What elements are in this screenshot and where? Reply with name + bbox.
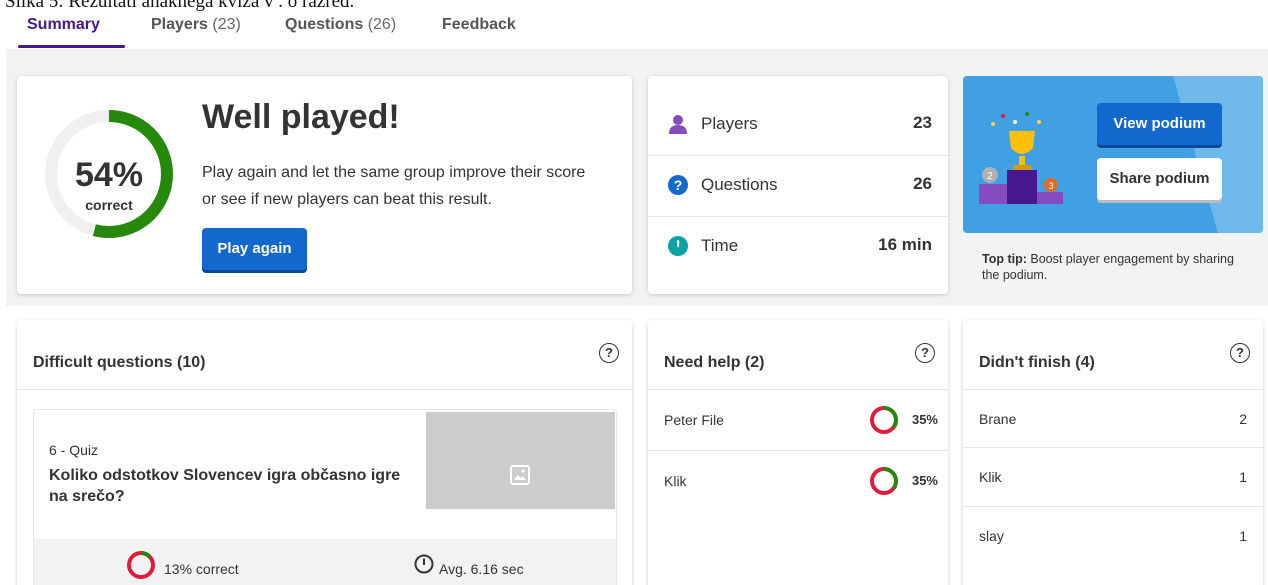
play-again-button[interactable]: Play again [202,228,307,270]
top-tip-label: Top tip: [982,252,1027,266]
top-tip: Top tip: Boost player engagement by shar… [982,251,1242,283]
unanswered-count: 1 [1239,469,1247,485]
player-percent: 35% [911,412,938,427]
difficult-questions-title: Difficult questions (10) [33,354,206,371]
didnt-finish-title: Didn't finish (4) [979,354,1095,371]
player-icon [669,115,687,134]
tab-summary[interactable]: Summary [27,16,100,34]
need-help-card: Need help (2) ? Peter File 35% Klik 35% [648,320,948,585]
need-help-title: Need help (2) [664,354,765,371]
tab-feedback[interactable]: Feedback [442,16,516,34]
timer-icon [668,236,688,256]
question-footer: 13% correct Avg. 6.16 sec [34,539,616,585]
result-description: Play again and let the same group improv… [202,164,586,208]
correct-label: correct [85,197,133,213]
player-name: Peter File [664,412,724,428]
players-value: 23 [913,113,932,132]
svg-text:?: ? [674,177,683,193]
questions-value: 26 [913,174,932,193]
player-name: Brane [979,411,1017,427]
unanswered-count: 1 [1239,528,1247,544]
help-icon[interactable]: ? [1230,343,1250,363]
help-icon[interactable]: ? [915,343,935,363]
question-type: 6 - Quiz [49,442,99,458]
player-correct-ring [870,406,898,434]
question-image-placeholder [426,412,615,509]
question-correct-rate: 13% correct [164,561,239,577]
tab-players-label: Players [151,16,208,33]
list-item[interactable]: slay 1 [963,506,1263,564]
questions-label: Questions [701,175,778,194]
tab-questions[interactable]: Questions (26) [285,16,396,34]
tab-players[interactable]: Players (23) [151,16,241,34]
player-name: Klik [979,469,1002,485]
question-avg-time: Avg. 6.16 sec [439,561,524,577]
player-percent: 35% [911,473,938,488]
svg-text:2: 2 [987,171,993,182]
image-icon [510,465,530,485]
question-correct-ring [127,551,155,579]
didnt-finish-card: Didn't finish (4) ? Brane 2 Klik 1 slay … [963,320,1263,585]
timer-icon [414,554,434,574]
player-name: slay [979,528,1004,544]
list-item[interactable]: Klik 35% [648,451,948,512]
question-icon: ? [668,175,688,195]
time-label: Time [701,236,739,255]
help-icon[interactable]: ? [599,343,619,363]
list-item[interactable]: Brane 2 [963,389,1263,447]
list-item[interactable]: Peter File 35% [648,390,948,451]
tab-players-count: (23) [212,16,241,33]
document-caption: Slika 5: Rezultati anaknega kviza v . o … [5,0,355,12]
unanswered-count: 2 [1239,411,1247,427]
result-title: Well played! [202,98,400,136]
time-value: 16 min [878,235,932,254]
question-text: Koliko odstotkov Slovencev igra občasno … [49,467,401,505]
svg-text:3: 3 [1048,181,1053,191]
player-correct-ring [870,467,898,495]
difficult-questions-card: Difficult questions (10) ? 6 - Quiz Koli… [17,320,632,585]
tab-feedback-label: Feedback [442,16,516,33]
tab-questions-label: Questions [285,16,364,33]
view-podium-button[interactable]: View podium [1097,103,1222,145]
podium-panel: 2 3 View podium Share podium [963,76,1263,233]
stat-time: Time 16 min [648,216,948,277]
share-podium-button[interactable]: Share podium [1097,158,1222,200]
tab-questions-count: (26) [367,16,397,33]
stat-players: Players 23 [648,94,948,155]
list-item[interactable]: Klik 1 [963,447,1263,505]
correct-percentage: 54% [74,156,144,194]
stats-card: Players 23 ? Questions 26 Time 16 min [648,76,948,294]
player-name: Klik [664,473,687,489]
podium-illustration: 2 3 [979,76,1263,233]
tab-summary-label: Summary [27,16,100,33]
players-label: Players [701,114,758,133]
difficult-question-item[interactable]: 6 - Quiz Koliko odstotkov Slovencev igra… [33,409,617,585]
stat-questions: ? Questions 26 [648,155,948,216]
active-tab-underline [18,45,125,48]
section-divider [17,389,632,390]
summary-card: 54% correct Well played! Play again and … [17,76,632,294]
